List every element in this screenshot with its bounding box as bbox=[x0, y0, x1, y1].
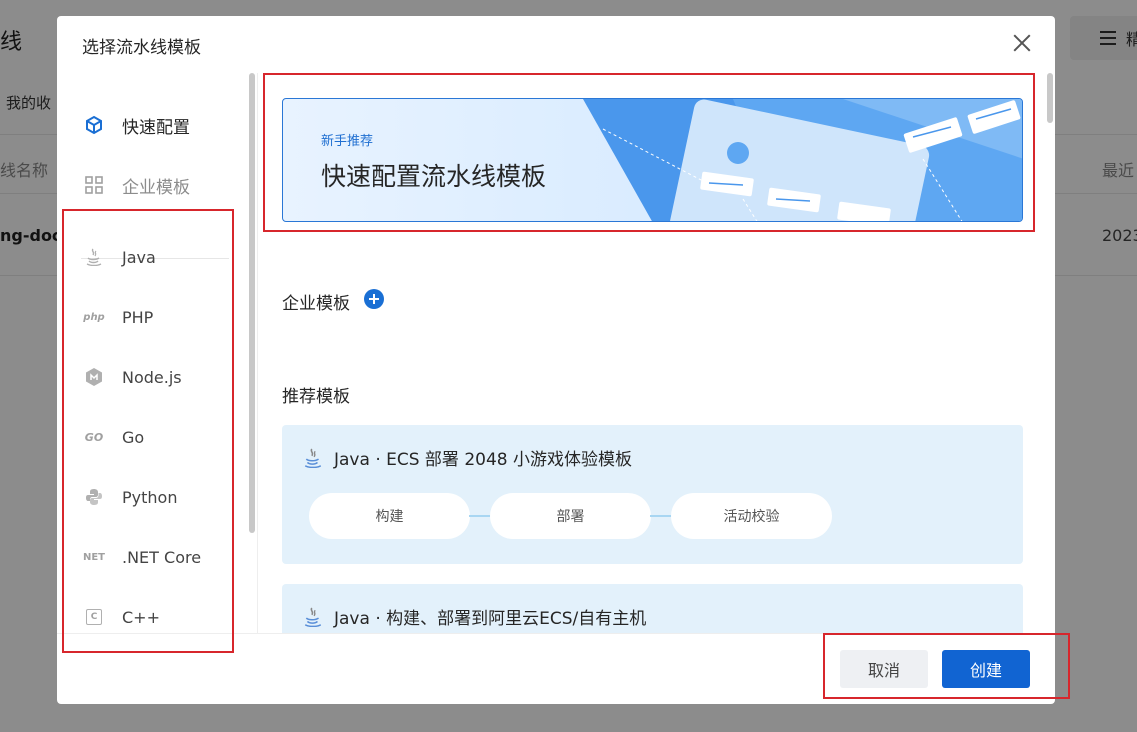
stage-build: 构建 bbox=[309, 493, 470, 539]
java-icon bbox=[83, 246, 105, 268]
php-icon: php bbox=[83, 311, 105, 323]
template-card-header: Java · 构建、部署到阿里云ECS/自有主机 bbox=[304, 604, 646, 629]
go-icon: GO bbox=[84, 430, 104, 444]
sidebar-item-php[interactable]: php PHP bbox=[57, 297, 247, 337]
section-label-recommended: 推荐模板 bbox=[282, 387, 350, 407]
template-card[interactable]: Java · ECS 部署 2048 小游戏体验模板 构建 部署 活动校验 bbox=[282, 425, 1023, 564]
template-select-dialog: 选择流水线模板 快速配置 企业模板 Java php PHP Node.js G… bbox=[57, 16, 1055, 704]
sidebar-item-enterprise-templates[interactable]: 企业模板 bbox=[57, 165, 247, 205]
sidebar-item-dotnet[interactable]: NET .NET Core bbox=[57, 537, 247, 577]
footer-divider bbox=[57, 633, 1055, 634]
python-icon bbox=[83, 486, 105, 508]
nodejs-icon bbox=[83, 366, 105, 388]
sidebar-item-label: Go bbox=[122, 427, 145, 447]
sidebar-item-label: Python bbox=[122, 487, 178, 507]
sidebar-item-quick-config[interactable]: 快速配置 bbox=[57, 105, 247, 145]
template-content: 新手推荐 快速配置流水线模板 企业模板 推荐模板 Java · ECS 部署 2… bbox=[258, 73, 1040, 633]
sidebar-item-nodejs[interactable]: Node.js bbox=[57, 357, 247, 397]
sidebar-item-label: 企业模板 bbox=[122, 177, 190, 198]
section-label-enterprise: 企业模板 bbox=[282, 294, 350, 314]
template-title: Java · 构建、部署到阿里云ECS/自有主机 bbox=[334, 609, 647, 629]
template-sidebar: 快速配置 企业模板 Java php PHP Node.js GO Go Pyt… bbox=[57, 73, 257, 633]
sidebar-item-label: .NET Core bbox=[122, 547, 202, 567]
template-card-header: Java · ECS 部署 2048 小游戏体验模板 bbox=[304, 445, 632, 470]
cancel-button[interactable]: 取消 bbox=[840, 650, 928, 688]
banner-title: 快速配置流水线模板 bbox=[321, 162, 547, 191]
template-title: Java · ECS 部署 2048 小游戏体验模板 bbox=[334, 450, 632, 470]
dialog-title: 选择流水线模板 bbox=[82, 38, 201, 58]
banner-illustration bbox=[583, 99, 1022, 221]
dotnet-icon: NET bbox=[82, 551, 106, 563]
grid-icon bbox=[83, 174, 105, 196]
add-enterprise-template-icon[interactable] bbox=[364, 289, 384, 309]
cpp-glyph: C bbox=[86, 609, 102, 625]
stage-connector bbox=[469, 515, 491, 517]
stage-connector bbox=[650, 515, 672, 517]
quick-config-banner[interactable]: 新手推荐 快速配置流水线模板 bbox=[282, 98, 1023, 222]
cube-icon bbox=[83, 114, 105, 136]
sidebar-item-label: 快速配置 bbox=[122, 117, 190, 138]
stage-verify: 活动校验 bbox=[671, 493, 832, 539]
sidebar-item-label: Java bbox=[122, 247, 156, 267]
close-icon[interactable] bbox=[1011, 32, 1033, 54]
sidebar-item-label: PHP bbox=[122, 307, 154, 327]
sidebar-item-python[interactable]: Python bbox=[57, 477, 247, 517]
java-icon bbox=[304, 607, 322, 627]
sidebar-item-java[interactable]: Java bbox=[57, 237, 247, 277]
stage-deploy: 部署 bbox=[490, 493, 651, 539]
cpp-icon: C bbox=[83, 606, 105, 628]
sidebar-item-go[interactable]: GO Go bbox=[57, 417, 247, 457]
java-icon bbox=[304, 448, 322, 468]
sidebar-item-cpp[interactable]: C C++ bbox=[57, 597, 247, 637]
sidebar-scrollbar[interactable] bbox=[249, 73, 255, 533]
banner-tag: 新手推荐 bbox=[321, 134, 374, 149]
create-button[interactable]: 创建 bbox=[942, 650, 1030, 688]
sidebar-item-label: C++ bbox=[122, 607, 160, 627]
template-card[interactable]: Java · 构建、部署到阿里云ECS/自有主机 bbox=[282, 584, 1023, 633]
sidebar-item-label: Node.js bbox=[122, 367, 182, 387]
content-scrollbar[interactable] bbox=[1047, 73, 1053, 123]
